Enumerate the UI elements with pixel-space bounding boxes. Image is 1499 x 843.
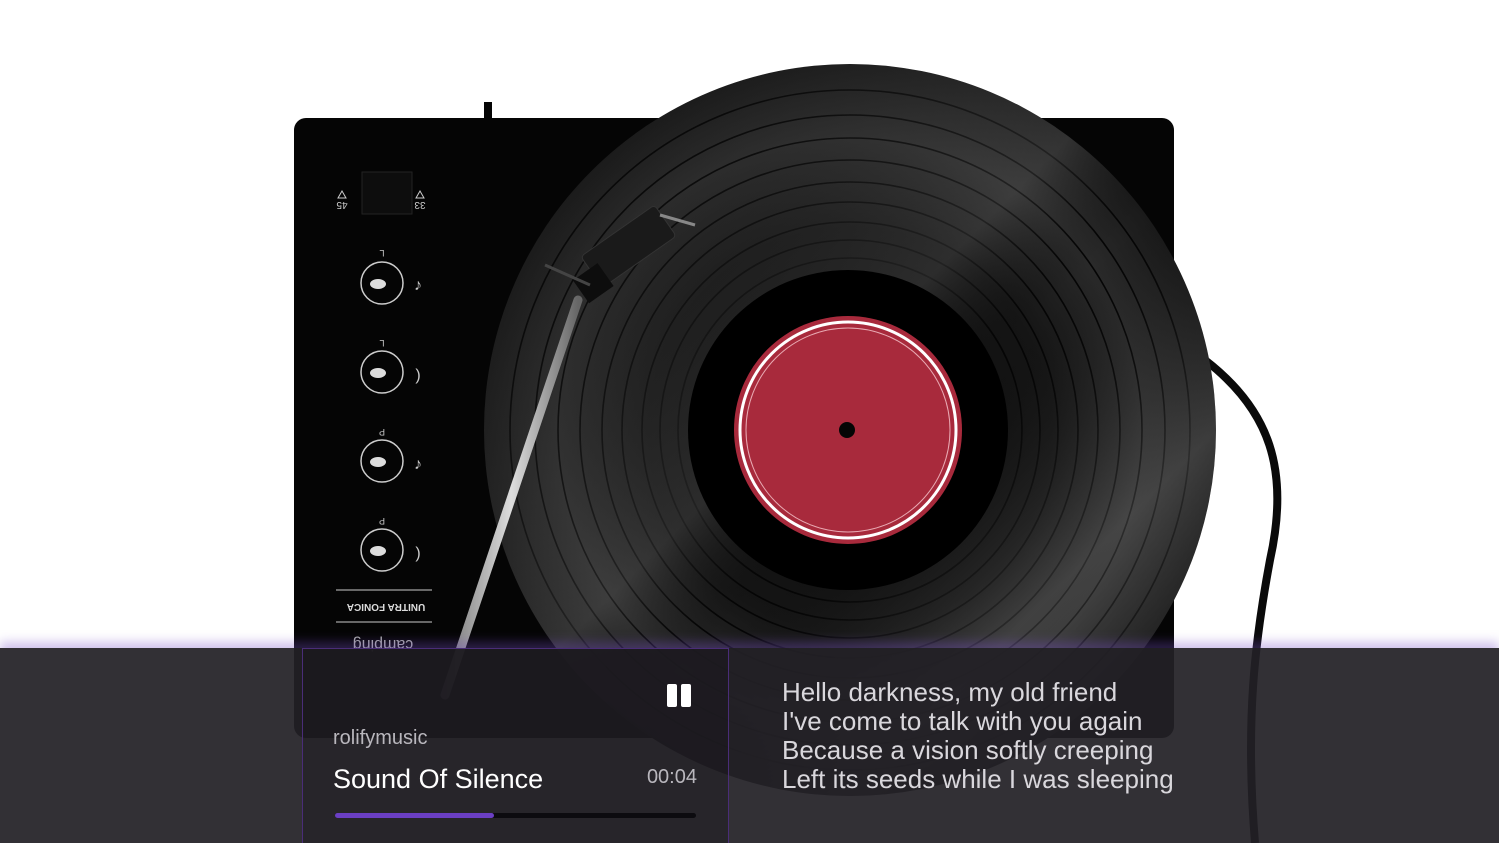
pause-icon	[667, 684, 677, 707]
speed-33-label: 33	[414, 199, 426, 210]
lyrics-panel: Hello darkness, my old friend I've come …	[782, 678, 1174, 794]
speed-selector	[361, 171, 413, 215]
knob-label: L	[379, 338, 384, 348]
brand-logo: UNITRA FONICA	[347, 601, 426, 612]
elapsed-time: 00:04	[646, 766, 697, 788]
top-pin	[484, 102, 492, 122]
lyric-line: Hello darkness, my old friend	[782, 677, 1118, 707]
knob-label: L	[379, 248, 384, 258]
now-playing-card: rolifymusic Sound Of Silence 00:04	[302, 648, 729, 843]
svg-text:♪: ♪	[414, 277, 422, 294]
progress-bar[interactable]	[335, 813, 696, 818]
spindle	[839, 422, 855, 438]
knob-label: P	[379, 516, 385, 526]
progress-fill	[335, 813, 494, 818]
artist-name: rolifymusic	[333, 727, 428, 749]
svg-text:♪: ♪	[414, 456, 422, 473]
svg-text:): )	[415, 545, 420, 562]
lyric-line: Because a vision softly creeping	[782, 735, 1154, 765]
speed-45-label: 45	[336, 199, 348, 210]
pause-icon	[681, 684, 691, 707]
lyric-line: Left its seeds while I was sleeping	[782, 764, 1174, 794]
pause-button[interactable]	[665, 682, 693, 710]
knob-label: P	[379, 427, 385, 437]
svg-text:): )	[415, 367, 420, 384]
track-title: Sound Of Silence	[333, 764, 544, 794]
player-bar	[0, 648, 1499, 843]
lyric-line: I've come to talk with you again	[782, 706, 1143, 736]
